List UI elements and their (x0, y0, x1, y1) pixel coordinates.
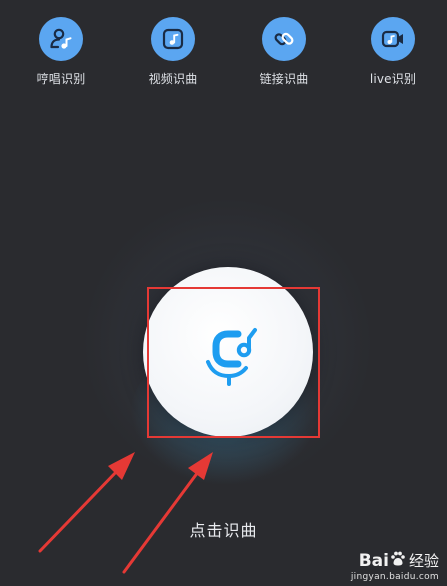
video-music-icon (151, 17, 195, 61)
screen: 哼唱识别 视频识曲 链接识曲 live识别 点击识曲 Bai 经验 jingya… (0, 0, 447, 586)
video-recognition-label: 视频识曲 (148, 72, 198, 86)
video-recognition-button[interactable]: 视频识曲 (123, 17, 223, 87)
hum-person-icon (39, 17, 83, 61)
baidu-jingyan-watermark: Bai 经验 jingyan.baidu.com (350, 550, 439, 583)
hum-recognition-button[interactable]: 哼唱识别 (11, 17, 111, 87)
watermark-brand-left: Bai (358, 550, 389, 571)
live-camera-icon (371, 17, 415, 61)
hum-recognition-label: 哼唱识别 (36, 72, 86, 86)
annotation-highlight-box (147, 287, 320, 438)
link-recognition-button[interactable]: 链接识曲 (234, 17, 334, 87)
link-icon (262, 17, 306, 61)
paw-logo-icon (390, 550, 406, 571)
watermark-brand-right: 经验 (408, 551, 439, 570)
watermark-url: jingyan.baidu.com (350, 572, 439, 582)
live-recognition-button[interactable]: live识别 (343, 17, 443, 87)
live-recognition-label: live识别 (369, 72, 417, 86)
link-recognition-label: 链接识曲 (259, 72, 309, 86)
tap-to-recognize-label: 点击识曲 (189, 521, 258, 540)
watermark-brand: Bai 经验 (359, 550, 439, 571)
